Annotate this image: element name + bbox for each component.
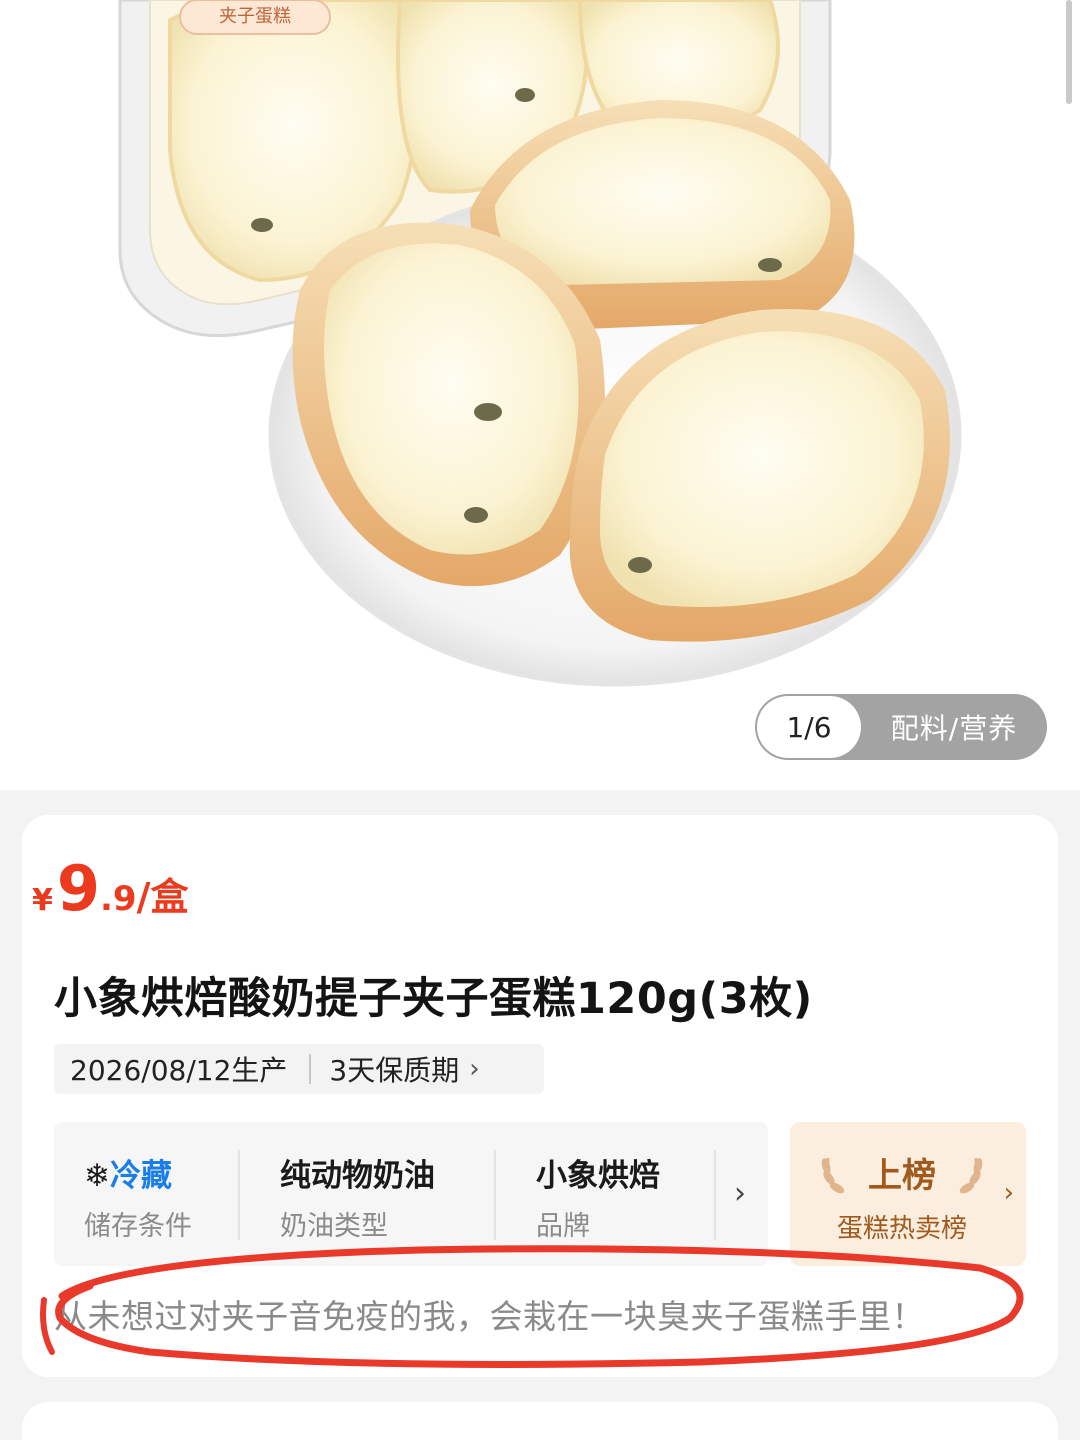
product-image-gallery[interactable]: 夹子蛋糕 1/6 配料/营养 — [0, 0, 1080, 790]
price: ¥ 9 .9 /盒 — [32, 852, 188, 925]
scrollbar[interactable] — [1066, 0, 1072, 104]
ranking-badge[interactable]: 上榜 蛋糕热卖榜 › — [790, 1122, 1026, 1266]
snowflake-icon: ❄ — [84, 1158, 110, 1194]
chevron-right-icon: › — [1003, 1178, 1014, 1208]
price-decimal: .9 — [100, 879, 137, 919]
price-unit: /盒 — [136, 875, 189, 919]
product-photo: 夹子蛋糕 — [118, 0, 962, 687]
divider — [714, 1150, 716, 1240]
ranking-title: 上榜 — [868, 1156, 936, 1196]
attribute-label: 品牌 — [536, 1211, 590, 1242]
production-date: 2026/08/12生产 — [70, 1054, 288, 1087]
product-title: 小象烘焙酸奶提子夹子蛋糕120g(3枚) — [54, 974, 813, 1024]
next-section-card — [22, 1402, 1058, 1440]
attribute-label: 奶油类型 — [280, 1211, 388, 1242]
attribute-value: 小象烘焙 — [536, 1158, 660, 1194]
package-label-text: 夹子蛋糕 — [219, 6, 291, 27]
attributes-panel[interactable]: ❄冷藏 储存条件 纯动物奶油 奶油类型 小象烘焙 品牌 › — [54, 1122, 768, 1266]
divider — [238, 1150, 240, 1240]
attribute-label: 储存条件 — [84, 1211, 192, 1242]
attribute-value: 纯动物奶油 — [280, 1158, 435, 1194]
chevron-right-icon[interactable]: › — [734, 1176, 746, 1211]
divider — [494, 1150, 496, 1240]
ranking-subtitle: 蛋糕热卖榜 — [836, 1214, 967, 1244]
product-description: 从未想过对夹子音免疫的我，会栽在一块臭夹子蛋糕手里！ — [54, 1297, 925, 1336]
price-integer: 9 — [56, 852, 101, 925]
divider — [309, 1054, 312, 1084]
freshness-chip[interactable]: 2026/08/12生产 3天保质期 › — [54, 1044, 544, 1094]
chevron-right-icon: › — [469, 1054, 480, 1084]
nutrition-tab[interactable]: 配料/营养 — [861, 707, 1047, 747]
image-page-indicator: 1/6 — [757, 696, 861, 758]
price-currency: ¥ — [32, 883, 53, 918]
image-pager[interactable]: 1/6 配料/营养 — [755, 694, 1047, 760]
attribute-value: 冷藏 — [109, 1158, 172, 1194]
shelf-life: 3天保质期 — [329, 1054, 460, 1087]
